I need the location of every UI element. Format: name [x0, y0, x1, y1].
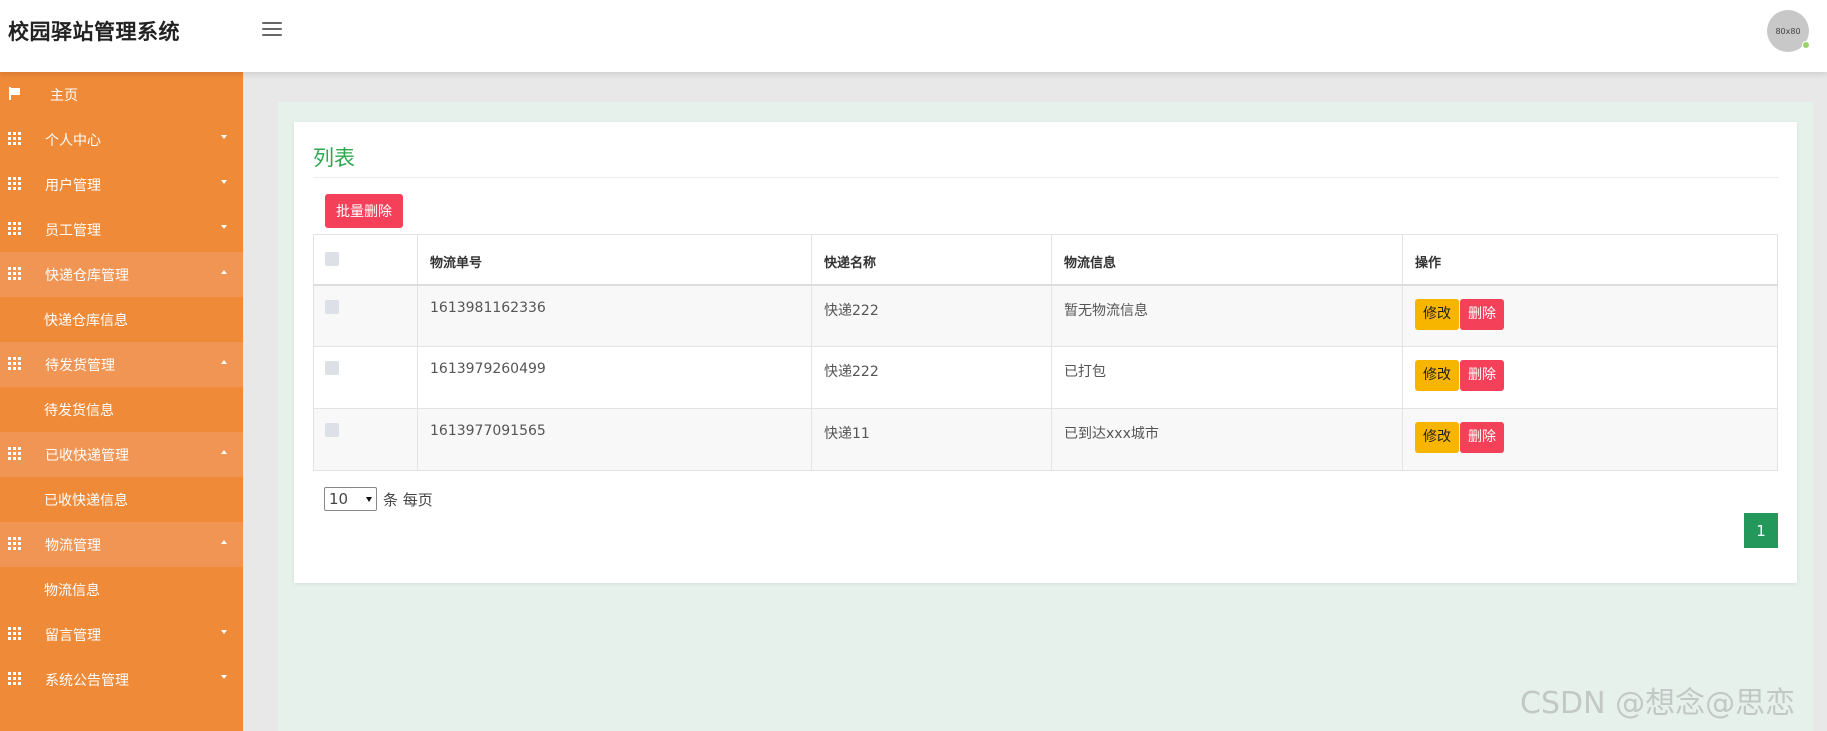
column-header: 操作: [1402, 234, 1778, 286]
chevron-up-icon: [221, 270, 227, 274]
table-row: 1613979260499 快递222 已打包 修改 删除: [313, 346, 1778, 409]
row-select-cell: [313, 408, 418, 471]
edit-button[interactable]: 修改: [1415, 298, 1459, 330]
divider: [313, 177, 1779, 178]
cell-courier-name: 快递11: [811, 408, 1052, 471]
sidebar-item-user-management[interactable]: 用户管理: [0, 162, 243, 207]
chevron-down-icon: [221, 180, 227, 184]
column-header: 物流单号: [417, 234, 812, 286]
column-header: 物流信息: [1051, 234, 1403, 286]
sidebar-subitem-pending-shipment-info[interactable]: 待发货信息: [0, 387, 243, 432]
watermark: CSDN @想念@思恋: [1520, 686, 1796, 721]
row-select-cell: [313, 346, 418, 409]
grid-icon: [8, 177, 21, 190]
chevron-down-icon: [221, 225, 227, 229]
sidebar-item-announcement-management[interactable]: 系统公告管理: [0, 657, 243, 702]
cell-logistics-info: 已打包: [1051, 346, 1403, 409]
logistics-table: 物流单号 快递名称 物流信息 操作 1613981162336 快递222 暂无…: [313, 234, 1778, 471]
grid-icon: [8, 627, 21, 640]
page-size-value: 10: [329, 490, 349, 508]
cell-courier-name: 快递222: [811, 346, 1052, 409]
chevron-up-icon: [221, 360, 227, 364]
cell-logistics-info: 已到达xxx城市: [1051, 408, 1403, 471]
page-size-suffix: 条 每页: [383, 490, 433, 509]
cell-actions: 修改 删除: [1402, 346, 1778, 409]
top-header: 校园驿站管理系统 80x80: [0, 0, 1827, 72]
grid-icon: [8, 672, 21, 685]
sidebar-item-label: 快递仓库管理: [45, 268, 129, 284]
sidebar-item-pending-shipment[interactable]: 待发货管理: [0, 342, 243, 387]
sidebar-item-warehouse-management[interactable]: 快递仓库管理: [0, 252, 243, 297]
menu-toggle-icon[interactable]: [262, 22, 282, 38]
sidebar-item-personal-center[interactable]: 个人中心: [0, 117, 243, 162]
sidebar-subitem-warehouse-info[interactable]: 快递仓库信息: [0, 297, 243, 342]
grid-icon: [8, 267, 21, 280]
pagination-page-1[interactable]: 1: [1744, 513, 1778, 548]
sidebar-item-label: 待发货管理: [45, 358, 115, 374]
row-checkbox[interactable]: [325, 299, 339, 314]
sidebar-item-label: 员工管理: [45, 223, 101, 239]
flag-icon: [9, 87, 21, 100]
page-size-control: 10 条 每页: [324, 487, 433, 511]
sidebar-item-label: 物流管理: [45, 538, 101, 554]
chevron-up-icon: [221, 540, 227, 544]
row-checkbox[interactable]: [325, 423, 339, 437]
row-select-cell: [313, 284, 418, 347]
chevron-up-icon: [221, 450, 227, 454]
page-title: 列表: [313, 146, 355, 170]
delete-button[interactable]: 删除: [1460, 422, 1504, 453]
list-card: 列表 批量删除 物流单号 快递名称 物流信息 操作 1613981162336 …: [294, 122, 1797, 583]
select-all-checkbox[interactable]: [325, 252, 339, 266]
chevron-down-icon: [221, 675, 227, 679]
grid-icon: [8, 222, 21, 235]
sidebar-subitem-logistics-info[interactable]: 物流信息: [0, 567, 243, 612]
delete-button[interactable]: 删除: [1460, 360, 1504, 391]
online-status-dot: [1802, 41, 1810, 49]
sidebar-item-staff-management[interactable]: 员工管理: [0, 207, 243, 252]
grid-icon: [8, 447, 21, 460]
sidebar-item-logistics-management[interactable]: 物流管理: [0, 522, 243, 567]
grid-icon: [8, 132, 21, 145]
cell-tracking-no: 1613977091565: [417, 408, 812, 471]
sidebar-item-label: 留言管理: [45, 628, 101, 644]
sidebar-item-label: 已收快递管理: [45, 448, 129, 464]
sidebar-item-received-management[interactable]: 已收快递管理: [0, 432, 243, 477]
sidebar-subitem-received-info[interactable]: 已收快递信息: [0, 477, 243, 522]
grid-icon: [8, 357, 21, 370]
delete-button[interactable]: 删除: [1460, 298, 1504, 330]
sidebar-item-label: 用户管理: [45, 178, 101, 194]
sidebar-item-home[interactable]: 主页: [0, 72, 243, 117]
cell-tracking-no: 1613981162336: [417, 284, 812, 347]
sidebar-item-message-management[interactable]: 留言管理: [0, 612, 243, 657]
column-header: 快递名称: [811, 234, 1052, 286]
dropdown-arrow-icon: [366, 497, 372, 502]
table-header-row: 物流单号 快递名称 物流信息 操作: [313, 234, 1778, 286]
cell-courier-name: 快递222: [811, 284, 1052, 347]
batch-delete-button[interactable]: 批量删除: [325, 194, 403, 228]
sidebar-item-label: 主页: [50, 88, 78, 104]
cell-actions: 修改 删除: [1402, 408, 1778, 471]
cell-logistics-info: 暂无物流信息: [1051, 284, 1403, 347]
sidebar: 主页 个人中心 用户管理 员工管理 快递仓库管理 快递仓库信息 待发货管理 待发…: [0, 72, 243, 731]
chevron-down-icon: [221, 630, 227, 634]
row-checkbox[interactable]: [325, 361, 339, 375]
app-title: 校园驿站管理系统: [8, 20, 180, 44]
chevron-down-icon: [221, 135, 227, 139]
table-row: 1613981162336 快递222 暂无物流信息 修改 删除: [313, 284, 1778, 347]
table-row: 1613977091565 快递11 已到达xxx城市 修改 删除: [313, 408, 1778, 471]
sidebar-item-label: 系统公告管理: [45, 673, 129, 689]
cell-actions: 修改 删除: [1402, 284, 1778, 347]
edit-button[interactable]: 修改: [1415, 422, 1459, 453]
cell-tracking-no: 1613979260499: [417, 346, 812, 409]
page-size-select[interactable]: 10: [324, 487, 377, 511]
grid-icon: [8, 537, 21, 550]
select-all-cell: [313, 234, 418, 286]
edit-button[interactable]: 修改: [1415, 360, 1459, 391]
sidebar-item-label: 个人中心: [45, 133, 101, 149]
